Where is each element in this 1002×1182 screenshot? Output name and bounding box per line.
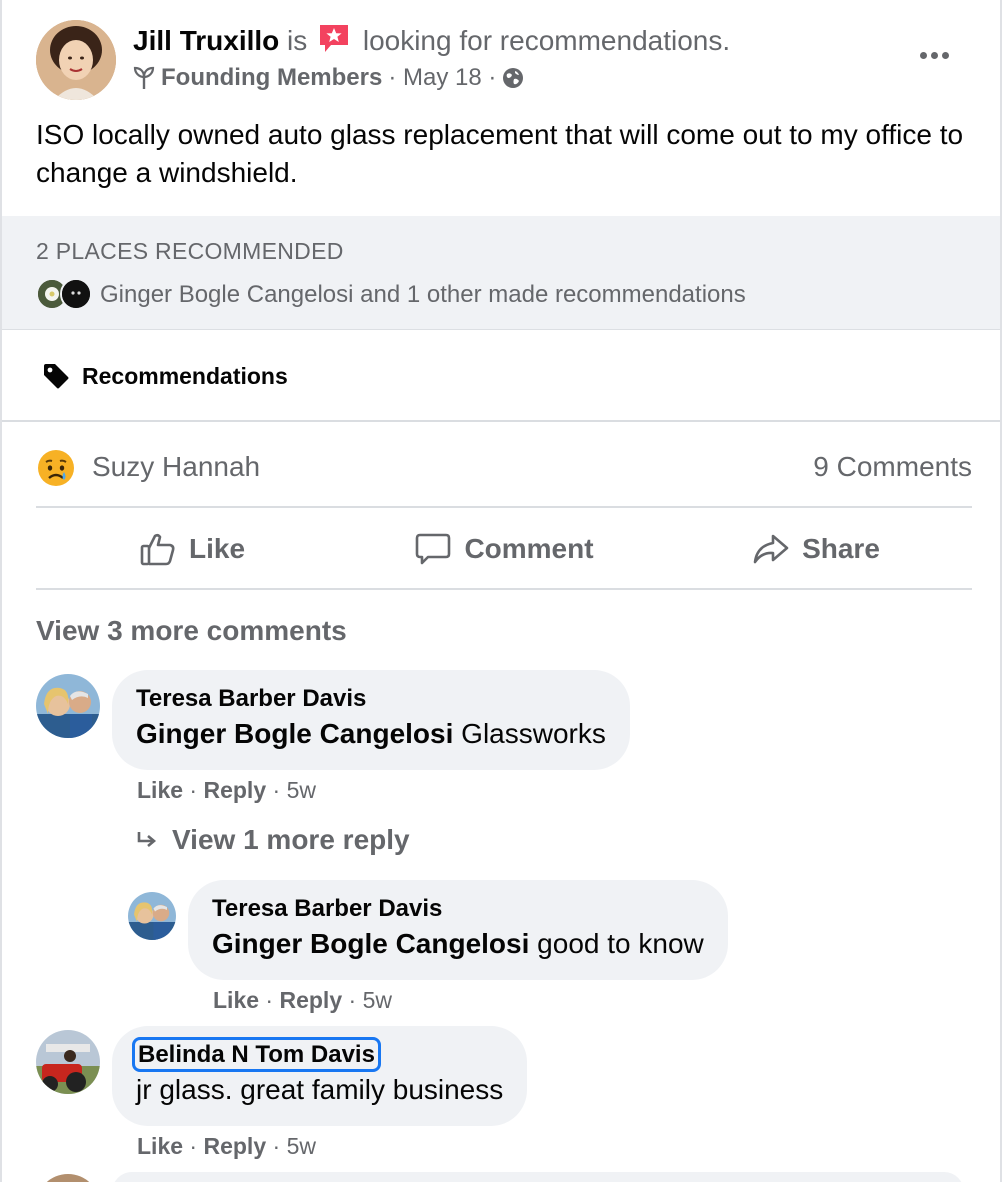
- share-label: Share: [802, 533, 880, 564]
- tagged-person[interactable]: Ginger Bogle Cangelosi: [136, 718, 453, 749]
- group-name[interactable]: Founding Members: [161, 64, 382, 92]
- tag-icon: [44, 364, 69, 389]
- reply-age[interactable]: 5w: [363, 987, 392, 1013]
- action-divider-bottom: [36, 588, 972, 590]
- recommendations-summary[interactable]: 2 PLACES RECOMMENDED Ginger Bogle Cangel…: [2, 216, 1000, 330]
- post-action-bar: Like Comment Share: [36, 510, 972, 588]
- reactor-name[interactable]: Suzy Hannah: [92, 451, 260, 483]
- author-name[interactable]: Jill Truxillo: [133, 25, 279, 56]
- reaction-summary: Suzy Hannah 9 Comments: [36, 446, 972, 486]
- sad-emoji-icon[interactable]: [36, 448, 76, 488]
- post-header: Jill Truxillo is looking for recommendat…: [133, 22, 730, 57]
- recommender-avatars: [36, 278, 96, 312]
- reply-bubble: Teresa Barber Davis Ginger Bogle Cangelo…: [188, 880, 728, 980]
- commenter-avatar[interactable]: [36, 1030, 100, 1094]
- like-label: Like: [188, 533, 246, 564]
- section-divider: [2, 420, 1000, 422]
- reply-author-avatar[interactable]: [128, 892, 176, 940]
- reply-meta: Like · Reply · 5w: [213, 987, 392, 1013]
- more-options-icon: [919, 51, 927, 59]
- comment-body-text: jr glass. great family business: [136, 1074, 504, 1105]
- post-subheader: Founding Members · May 18 ·: [133, 64, 524, 92]
- group-sprout-icon: [133, 66, 155, 89]
- commenter-name-focused[interactable]: Belinda N Tom Davis: [132, 1037, 381, 1072]
- globe-icon: [503, 68, 524, 88]
- comment-reply-link[interactable]: Reply: [203, 1133, 266, 1159]
- tagged-person[interactable]: Ginger Bogle Cangelosi: [212, 928, 529, 959]
- feeling-star-icon: [320, 25, 349, 52]
- comments-count[interactable]: 9 Comments: [813, 451, 972, 483]
- comment-body-text: Glassworks: [461, 718, 606, 749]
- commenter-avatar[interactable]: [36, 674, 100, 738]
- reply-author-name[interactable]: Teresa Barber Davis: [212, 894, 704, 924]
- reply-reply-link[interactable]: Reply: [279, 987, 342, 1013]
- comment-bubble: Belinda N Tom Davis jr glass. great fami…: [112, 1026, 528, 1126]
- author-avatar[interactable]: [36, 20, 116, 100]
- reply-like-link[interactable]: Like: [213, 987, 259, 1013]
- commenter-avatar[interactable]: [36, 1174, 100, 1182]
- post-card: Jill Truxillo is looking for recommendat…: [0, 0, 1002, 1182]
- comment-bubble: Teresa Barber Davis Ginger Bogle Cangelo…: [112, 670, 630, 770]
- places-recommended-count: 2 PLACES RECOMMENDED: [36, 238, 344, 264]
- commenter-name[interactable]: Teresa Barber Davis: [136, 684, 606, 714]
- feeling-text: looking for recommendations.: [362, 25, 731, 56]
- comment-reply-link[interactable]: Reply: [203, 777, 266, 803]
- recommendations-tab-label: Recommendations: [82, 362, 288, 389]
- comment-like-link[interactable]: Like: [137, 777, 183, 803]
- commenter-name[interactable]: Belinda N Tom Davis: [132, 1037, 503, 1072]
- comment-label: Comment: [464, 533, 594, 564]
- recommendations-tab[interactable]: Recommendations: [42, 362, 288, 390]
- comment-age[interactable]: 5w: [287, 777, 316, 803]
- reply-body-text: good to know: [537, 928, 704, 959]
- comment-meta: Like · Reply · 5w: [137, 777, 316, 803]
- post-date[interactable]: · May 18 ·: [388, 64, 496, 92]
- recommender-avatar: [60, 278, 92, 310]
- reply-text: Ginger Bogle Cangelosi good to know: [212, 924, 704, 964]
- post-text: ISO locally owned auto glass replacement…: [36, 119, 964, 188]
- comment-text: Ginger Bogle Cangelosi Glassworks: [136, 714, 606, 754]
- share-button[interactable]: Share: [660, 510, 972, 588]
- view-more-comments-link[interactable]: View 3 more comments: [36, 615, 347, 647]
- more-options-button[interactable]: [914, 40, 954, 70]
- thumbs-up-icon: [140, 533, 175, 566]
- comment-meta: Like · Reply · 5w: [137, 1133, 316, 1159]
- view-more-replies-link[interactable]: View 1 more reply: [136, 824, 410, 856]
- comment-like-link[interactable]: Like: [137, 1133, 183, 1159]
- comment-bubble-icon: [416, 533, 451, 565]
- recommenders-text: Ginger Bogle Cangelosi and 1 other made …: [100, 281, 746, 308]
- reply-arrow-icon: [137, 832, 157, 847]
- share-arrow-icon: [753, 534, 789, 564]
- action-divider-top: [36, 506, 972, 508]
- comment-bubble: [112, 1172, 964, 1182]
- comment-button[interactable]: Comment: [348, 510, 660, 588]
- header-verb: is: [287, 25, 308, 56]
- view-more-replies-label: View 1 more reply: [172, 824, 410, 855]
- like-button[interactable]: Like: [36, 510, 348, 588]
- comment-age[interactable]: 5w: [287, 1133, 316, 1159]
